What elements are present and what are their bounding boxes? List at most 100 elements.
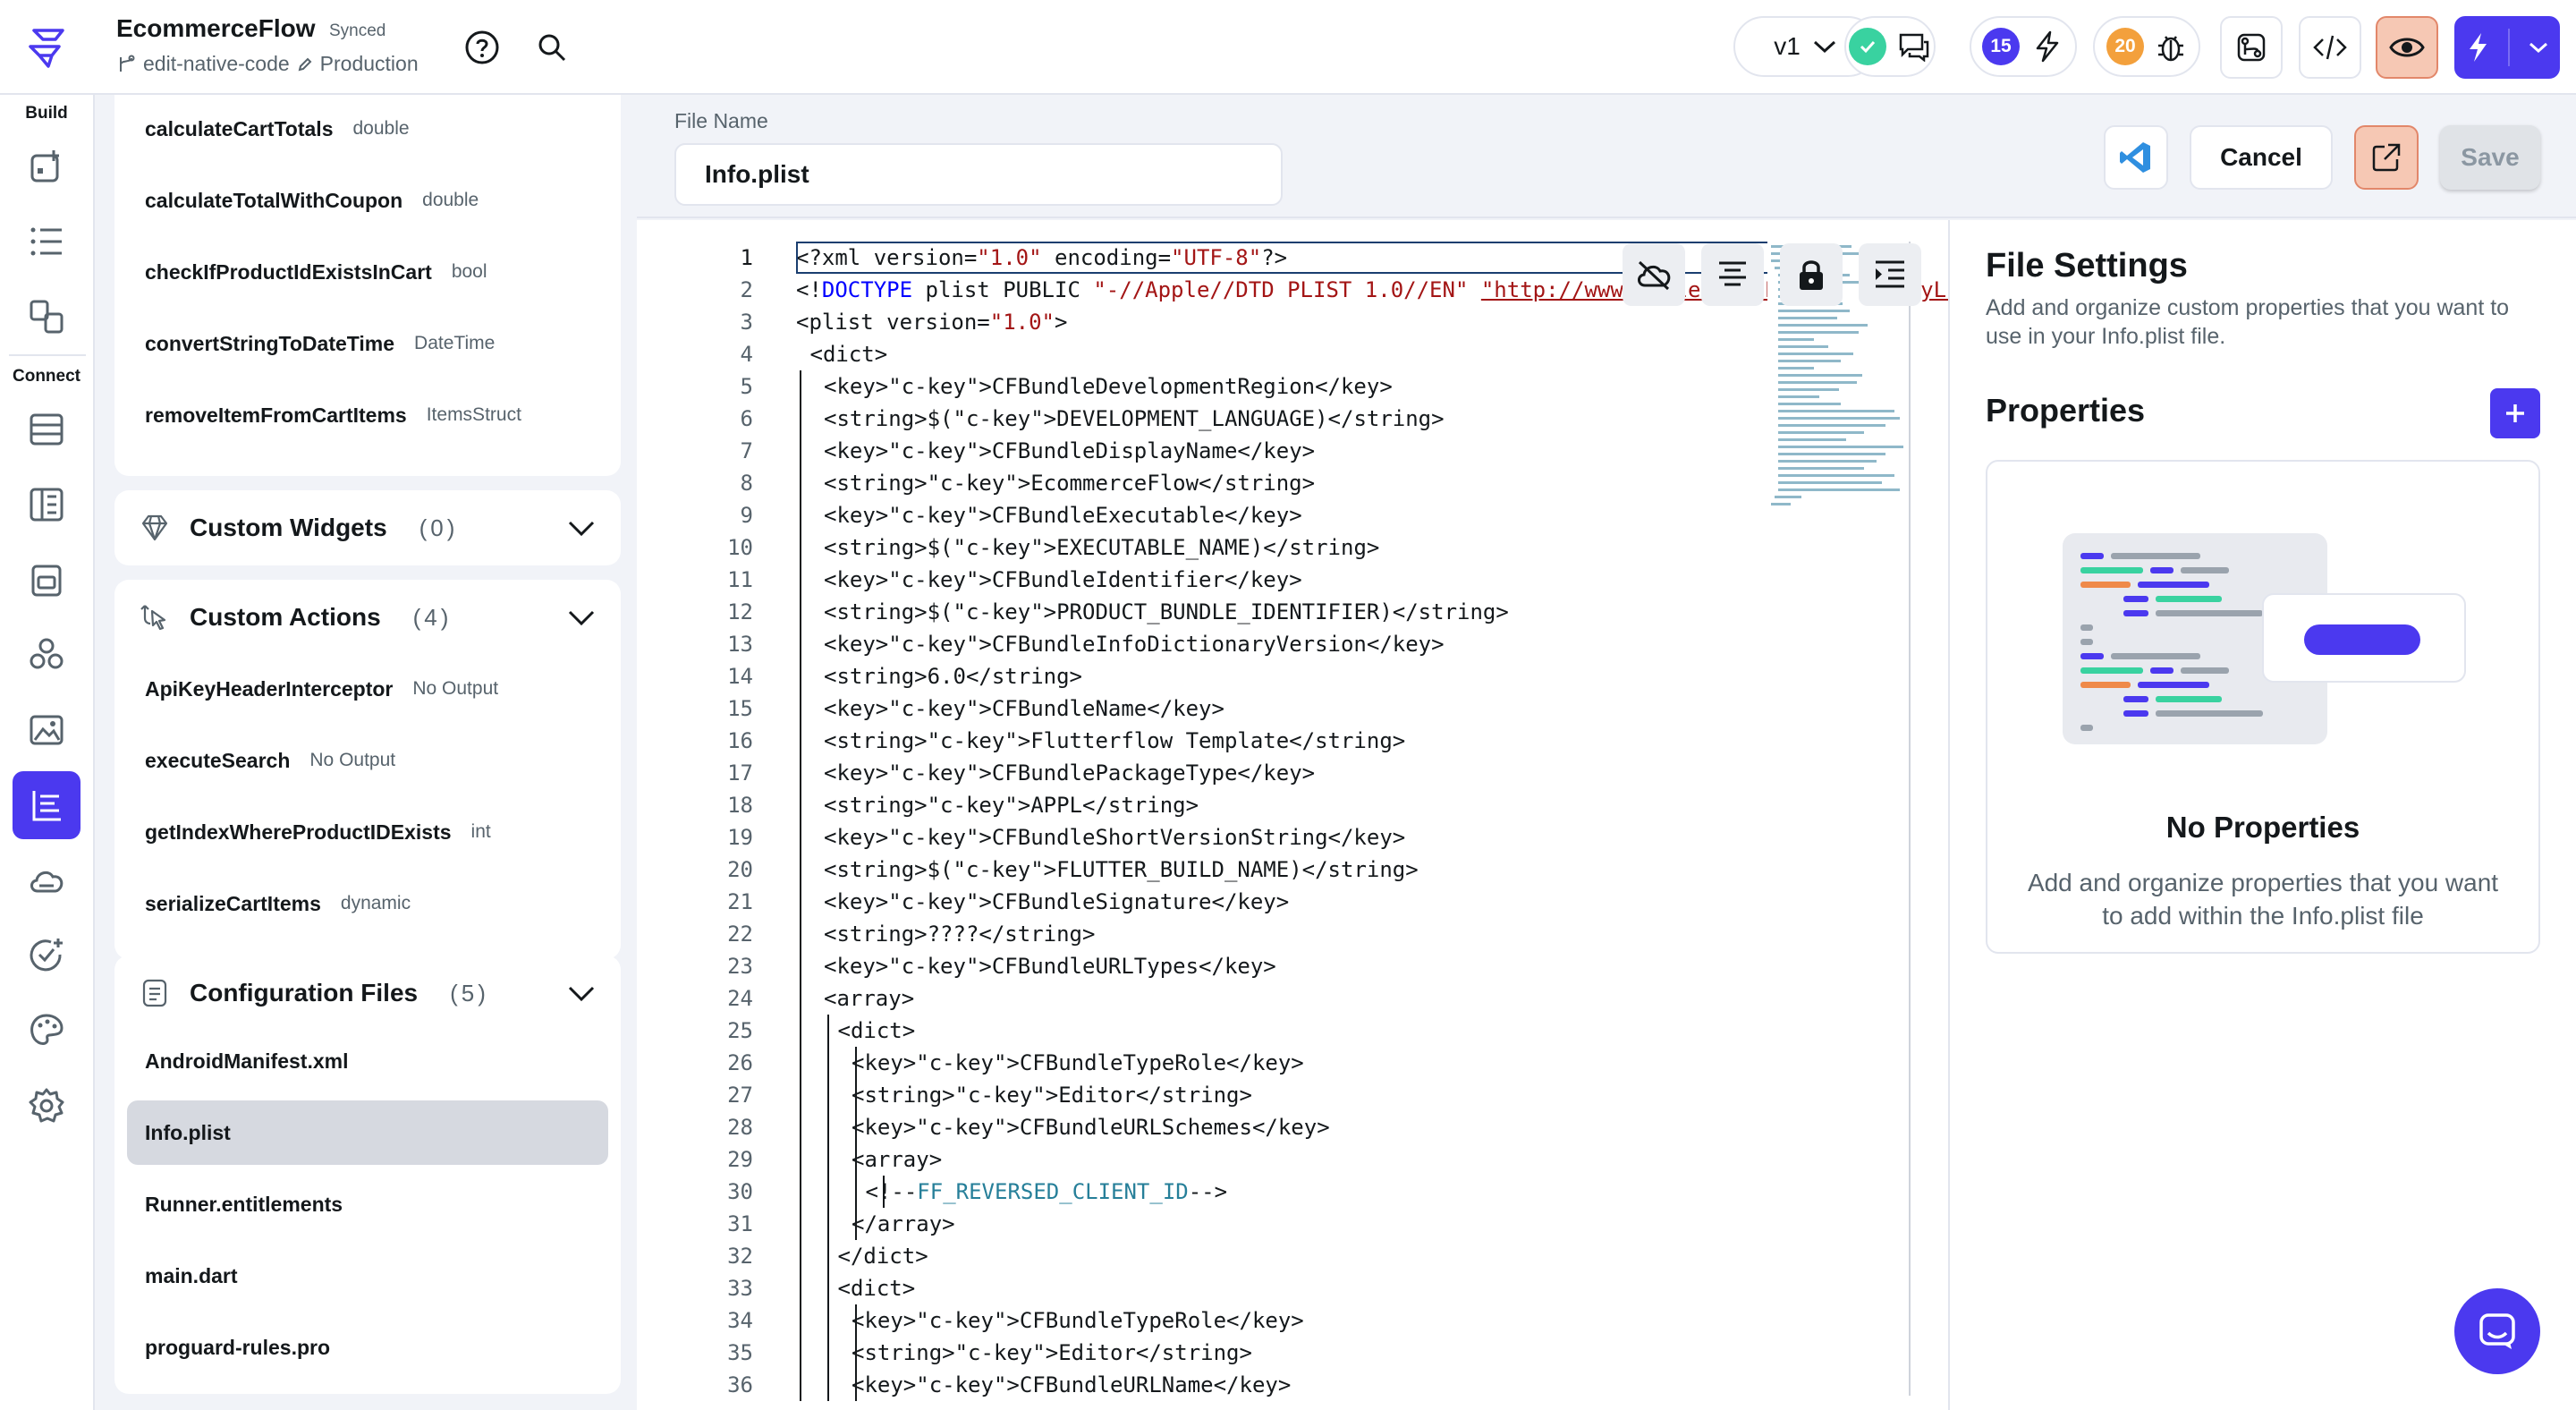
code-line[interactable]: <string>"c-key">Editor</string> [796, 1079, 1807, 1111]
chevron-down-icon[interactable] [567, 515, 596, 540]
code-line[interactable]: <key>"c-key">CFBundleSignature</key> [796, 886, 1807, 918]
list-item[interactable]: serializeCartItems dynamic [127, 871, 608, 936]
project-name[interactable]: EcommerceFlow [116, 14, 316, 43]
code-line[interactable]: <key>"c-key">CFBundleName</key> [796, 692, 1807, 725]
list-item[interactable]: getIndexWhereProductIDExists int [127, 800, 608, 864]
code-lines[interactable]: <?xml version="1.0" encoding="UTF-8"?> <!… [796, 242, 1948, 1401]
code-text: <key>"c-key">CFBundleShortVersionString<… [824, 825, 1406, 850]
list-item[interactable]: ApiKeyHeaderInterceptor No Output [127, 657, 608, 721]
code-line[interactable]: <string>$("c-key">EXECUTABLE_NAME)</stri… [796, 531, 1807, 564]
list-item[interactable]: executeSearch No Output [127, 728, 608, 793]
issues-pill[interactable]: 20 [2093, 16, 2200, 77]
notifications-pill[interactable]: 15 [1970, 16, 2077, 77]
format-code-button[interactable] [1701, 243, 1764, 306]
code-line[interactable]: <string>"c-key">EcommerceFlow</string> [796, 467, 1807, 499]
list-item[interactable]: checkIfProductIdExistsInCart bool [127, 240, 608, 304]
code-line[interactable]: <dict> [796, 338, 1807, 370]
code-view-button[interactable] [2299, 16, 2361, 79]
toggle-sync-button[interactable] [1623, 243, 1685, 306]
section-title: Custom Widgets [190, 514, 387, 541]
code-line[interactable]: <key>"c-key">CFBundleIdentifier</key> [796, 564, 1807, 596]
list-item[interactable]: calculateTotalWithCoupon double [127, 168, 608, 233]
code-line[interactable]: <key>"c-key">CFBundleTypeRole</key> [796, 1304, 1807, 1337]
preview-button[interactable] [2376, 16, 2438, 79]
code-line[interactable]: <string>????</string> [796, 918, 1807, 950]
save-button[interactable]: Save [2440, 125, 2540, 190]
code-line[interactable]: <array> [796, 1143, 1807, 1176]
chevron-down-icon[interactable] [567, 605, 596, 630]
branching-button[interactable] [2220, 16, 2283, 79]
indent-button[interactable] [1859, 243, 1921, 306]
open-in-vscode-button[interactable] [2104, 125, 2168, 190]
code-line[interactable]: </array> [796, 1208, 1807, 1240]
code-line[interactable]: <!--FF_REVERSED_CLIENT_ID--> [796, 1176, 1807, 1208]
lock-file-button[interactable] [1780, 243, 1843, 306]
support-chat-button[interactable] [2454, 1288, 2540, 1374]
code-line[interactable]: <string>"c-key">Editor</string> [796, 1337, 1807, 1369]
flutterflow-logo-icon[interactable] [25, 23, 72, 70]
database-button[interactable] [13, 395, 80, 463]
code-line[interactable]: <plist version="1.0"> [796, 306, 1807, 338]
code-line[interactable]: <key>"c-key">CFBundleShortVersionString<… [796, 821, 1807, 854]
code-line[interactable]: </dict> [796, 1240, 1807, 1272]
tests-button[interactable] [13, 922, 80, 990]
config-file-item[interactable]: AndroidManifest.xml [127, 1029, 608, 1093]
add-widget-button[interactable] [13, 132, 80, 200]
widget-tree-button[interactable] [13, 208, 80, 276]
code-line[interactable]: <string>6.0</string> [796, 660, 1807, 692]
code-line[interactable]: <key>"c-key">CFBundleInfoDictionaryVersi… [796, 628, 1807, 660]
cloud-functions-button[interactable] [13, 846, 80, 914]
config-file-item[interactable]: proguard-rules.pro [127, 1315, 608, 1380]
branch-info[interactable]: edit-native-code Production [116, 52, 419, 76]
config-file-item[interactable]: Runner.entitlements [127, 1172, 608, 1236]
configuration-files-header[interactable]: Configuration Files (5) [114, 956, 621, 1031]
code-line[interactable]: <string>$("c-key">FLUTTER_BUILD_NAME)</s… [796, 854, 1807, 886]
search-button[interactable] [531, 27, 572, 68]
code-text: <string>$("c-key">PRODUCT_BUNDLE_IDENTIF… [824, 599, 1509, 624]
custom-actions-header[interactable]: Custom Actions (4) [114, 580, 621, 655]
list-item[interactable]: removeItemFromCartItems ItemsStruct [127, 383, 608, 447]
code-line[interactable]: <string>"c-key">APPL</string> [796, 789, 1807, 821]
indent-guide [800, 886, 801, 918]
code-line[interactable]: <key>"c-key">CFBundleExecutable</key> [796, 499, 1807, 531]
open-external-button[interactable] [2354, 125, 2419, 190]
storyboard-button[interactable] [13, 283, 80, 351]
config-file-item[interactable]: main.dart [127, 1244, 608, 1308]
code-line[interactable]: <array> [796, 982, 1807, 1015]
code-line[interactable]: <key>"c-key">CFBundlePackageType</key> [796, 757, 1807, 789]
editor-scrollbar[interactable] [1909, 242, 1911, 1396]
code-line[interactable]: <key>"c-key">CFBundleDevelopmentRegion</… [796, 370, 1807, 403]
custom-code-button[interactable] [13, 771, 80, 839]
code-line[interactable]: <dict> [796, 1015, 1807, 1047]
sync-status: Synced [329, 21, 386, 40]
help-button[interactable] [462, 27, 503, 68]
api-calls-button[interactable] [13, 546, 80, 614]
theme-button[interactable] [13, 621, 80, 689]
code-line[interactable]: <key>"c-key">CFBundleDisplayName</key> [796, 435, 1807, 467]
code-line[interactable]: <dict> [796, 1272, 1807, 1304]
run-button[interactable] [2454, 16, 2560, 79]
add-property-button[interactable] [2490, 388, 2540, 438]
status-comments-pill[interactable] [1844, 16, 1936, 77]
code-editor[interactable]: 1 2 3 4 5 6 7 8 9 10 11 12 13 14 15 16 17 18 19 20 21 22 23 24 2… [637, 220, 1950, 1410]
code-line[interactable]: <key>"c-key">CFBundleTypeRole</key> [796, 1047, 1807, 1079]
list-item[interactable]: convertStringToDateTime DateTime [127, 311, 608, 376]
folder-icon [31, 565, 62, 597]
media-assets-button[interactable] [13, 696, 80, 764]
list-item[interactable]: calculateCartTotals double [127, 97, 608, 161]
help-icon [465, 30, 499, 64]
file-name-field[interactable]: Info.plist [674, 143, 1283, 206]
code-line[interactable]: <key>"c-key">CFBundleURLSchemes</key> [796, 1111, 1807, 1143]
custom-widgets-header[interactable]: Custom Widgets (0) [114, 490, 621, 565]
settings-button[interactable] [13, 1072, 80, 1140]
code-line[interactable]: <string>"c-key">Flutterflow Template</st… [796, 725, 1807, 757]
code-line[interactable]: <key>"c-key">CFBundleURLTypes</key> [796, 950, 1807, 982]
code-line[interactable]: <string>$("c-key">PRODUCT_BUNDLE_IDENTIF… [796, 596, 1807, 628]
chevron-down-icon[interactable] [567, 981, 596, 1006]
app-state-button[interactable] [13, 471, 80, 539]
code-line[interactable]: <key>"c-key">CFBundleURLName</key> [796, 1369, 1807, 1401]
code-line[interactable]: <string>$("c-key">DEVELOPMENT_LANGUAGE)<… [796, 403, 1807, 435]
config-file-item-selected[interactable]: Info.plist [127, 1100, 608, 1165]
design-system-button[interactable] [13, 997, 80, 1065]
cancel-button[interactable]: Cancel [2190, 125, 2333, 190]
